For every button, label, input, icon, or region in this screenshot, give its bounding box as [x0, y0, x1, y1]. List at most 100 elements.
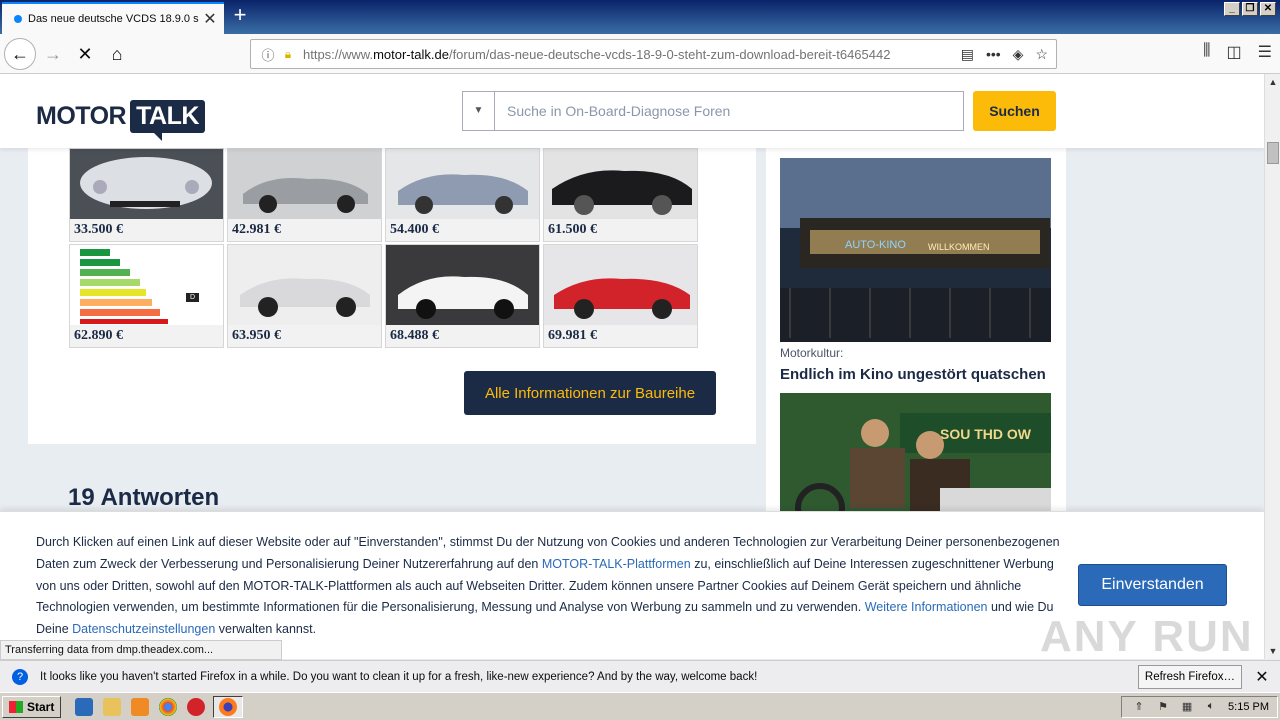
platforms-link[interactable]: MOTOR-TALK-Plattformen — [542, 557, 691, 571]
forward-button[interactable]: → — [38, 39, 68, 69]
privacy-settings-link[interactable]: Datenschutzeinstellungen — [72, 622, 215, 636]
navigation-toolbar: ← → ✕ ⌂ ⓘ 🔒︎ https://www.motor-talk.de/f… — [0, 34, 1280, 74]
car-price: 42.981 € — [228, 219, 381, 241]
url-bar[interactable]: ⓘ 🔒︎ https://www.motor-talk.de/forum/das… — [250, 39, 1057, 69]
site-info-icon[interactable]: ⓘ — [257, 45, 279, 64]
car-image — [70, 149, 223, 219]
more-info-link[interactable]: Weitere Informationen — [865, 600, 988, 614]
teaser-bus-text: SOU THD OW — [940, 426, 1032, 442]
tray-expand-icon[interactable]: ⇑ — [1132, 700, 1146, 714]
minimize-button[interactable]: _ — [1224, 2, 1240, 16]
pocket-icon[interactable]: ◈ — [1013, 46, 1024, 63]
car-price: 33.500 € — [70, 219, 223, 241]
energy-bar — [80, 299, 152, 306]
car-image — [386, 149, 539, 219]
energy-bar — [80, 269, 130, 276]
page-actions-icon[interactable]: ••• — [986, 46, 1001, 63]
site-header: MOTOR TALK ▼ Suchen — [0, 74, 1264, 148]
volume-icon[interactable]: 🔈︎ — [1204, 700, 1218, 714]
chrome-icon[interactable] — [159, 697, 178, 716]
car-offer[interactable]: 69.981 € — [543, 244, 698, 348]
car-image — [386, 245, 539, 325]
search-button[interactable]: Suchen — [973, 91, 1056, 131]
tab-close-icon[interactable]: ✕ — [202, 9, 218, 29]
teaser-title[interactable]: Endlich im Kino ungestört quatschen — [780, 366, 1046, 383]
home-button[interactable]: ⌂ — [102, 39, 132, 69]
energy-bar — [80, 249, 110, 256]
search-box: ▼ — [462, 91, 964, 131]
scroll-down-arrow-icon[interactable]: ▼ — [1265, 643, 1280, 659]
car-price: 61.500 € — [544, 219, 697, 241]
windows-taskbar: Start ⇑ ⚑ ▦ 🔈︎ 5:15 PM — [0, 692, 1280, 720]
url-prefix: https://www. — [303, 46, 374, 62]
energy-bar — [80, 259, 120, 266]
refresh-firefox-button[interactable]: Refresh Firefox… — [1137, 664, 1242, 689]
car-image — [544, 149, 697, 219]
teaser-image-autokino[interactable]: AUTO-KINO WILLKOMMEN — [780, 158, 1051, 342]
media-player-icon[interactable] — [131, 697, 150, 716]
opera-icon[interactable] — [187, 697, 206, 716]
status-bar: Transferring data from dmp.theadex.com..… — [0, 640, 282, 660]
url-text[interactable]: https://www.motor-talk.de/forum/das-neue… — [297, 47, 961, 62]
start-button[interactable]: Start — [2, 695, 62, 718]
folder-icon[interactable] — [103, 697, 122, 716]
sidebar-icon[interactable]: ◫ — [1227, 42, 1242, 62]
insecure-lock-icon[interactable]: 🔒︎ — [279, 47, 297, 62]
close-window-button[interactable]: ✕ — [1260, 2, 1276, 16]
energy-bar — [80, 319, 168, 324]
firefox-refresh-notification: ? It looks like you haven't started Fire… — [0, 660, 1280, 692]
energy-bar — [80, 289, 146, 296]
energy-bar — [80, 279, 140, 286]
url-domain: motor-talk.de — [373, 46, 449, 62]
menu-icon[interactable]: ☰ — [1258, 42, 1272, 62]
cookie-text: Durch Klicken auf einen Link auf dieser … — [36, 532, 1066, 641]
scroll-up-arrow-icon[interactable]: ▲ — [1265, 74, 1280, 90]
firefox-icon — [219, 697, 238, 716]
cookie-consent-banner: Durch Klicken auf einen Link auf dieser … — [0, 511, 1264, 659]
windows-logo-icon — [9, 700, 23, 713]
accept-cookies-button[interactable]: Einverstanden — [1078, 564, 1227, 606]
firefox-taskbar-button[interactable] — [213, 695, 244, 718]
car-price: 62.890 € — [70, 325, 223, 347]
network-icon[interactable]: ▦ — [1180, 700, 1194, 714]
quick-launch — [75, 697, 206, 716]
car-offer[interactable]: 68.488 € — [385, 244, 540, 348]
car-offer[interactable]: 61.500 € — [543, 148, 698, 242]
search-scope-dropdown[interactable]: ▼ — [463, 92, 495, 130]
car-offer[interactable]: 42.981 € — [227, 148, 382, 242]
new-tab-button[interactable]: + — [228, 4, 252, 28]
back-button[interactable]: ← — [4, 38, 36, 70]
motor-talk-logo[interactable]: MOTOR TALK — [36, 96, 205, 141]
internet-explorer-icon[interactable] — [75, 697, 94, 716]
car-price: 54.400 € — [386, 219, 539, 241]
start-label: Start — [27, 699, 55, 714]
car-price: 68.488 € — [386, 325, 539, 347]
restore-button[interactable]: ❐ — [1242, 2, 1258, 16]
page-viewport: MOTOR TALK ▼ Suchen 33.500 € 42.981 € — [0, 74, 1264, 659]
car-offer[interactable]: 63.950 € — [227, 244, 382, 348]
stop-button[interactable]: ✕ — [70, 39, 100, 69]
logo-talk-text: TALK — [130, 99, 205, 141]
search-input[interactable] — [495, 92, 963, 130]
car-offer[interactable]: 54.400 € — [385, 148, 540, 242]
reader-view-icon[interactable]: ▤ — [961, 46, 974, 63]
bookmark-star-icon[interactable]: ☆ — [1035, 46, 1048, 63]
car-offer[interactable]: 33.500 € — [69, 148, 224, 242]
clock[interactable]: 5:15 PM — [1228, 701, 1269, 713]
vehicle-offers-card: 33.500 € 42.981 € 54.400 € 61.500 € D 62… — [28, 148, 756, 444]
teaser-sign-text: AUTO-KINO — [845, 239, 906, 251]
anyrun-watermark: ANY RUN — [1040, 612, 1254, 659]
question-icon: ? — [12, 668, 28, 685]
car-image — [228, 149, 381, 219]
energy-label-image: D — [70, 245, 223, 325]
flag-icon[interactable]: ⚑ — [1156, 700, 1170, 714]
notification-close-icon[interactable]: ✕ — [1250, 667, 1274, 687]
library-icon[interactable]: ⫼ — [1203, 42, 1210, 62]
scroll-thumb[interactable] — [1267, 142, 1279, 164]
car-offer[interactable]: D 62.890 € — [69, 244, 224, 348]
all-information-button[interactable]: Alle Informationen zur Baureihe — [464, 371, 716, 415]
energy-bar — [80, 309, 160, 316]
page-scrollbar[interactable]: ▲ ▼ — [1264, 74, 1280, 659]
answers-heading: 19 Antworten — [68, 484, 220, 511]
browser-tab[interactable]: Das neue deutsche VCDS 18.9.0 s ✕ — [2, 2, 224, 34]
